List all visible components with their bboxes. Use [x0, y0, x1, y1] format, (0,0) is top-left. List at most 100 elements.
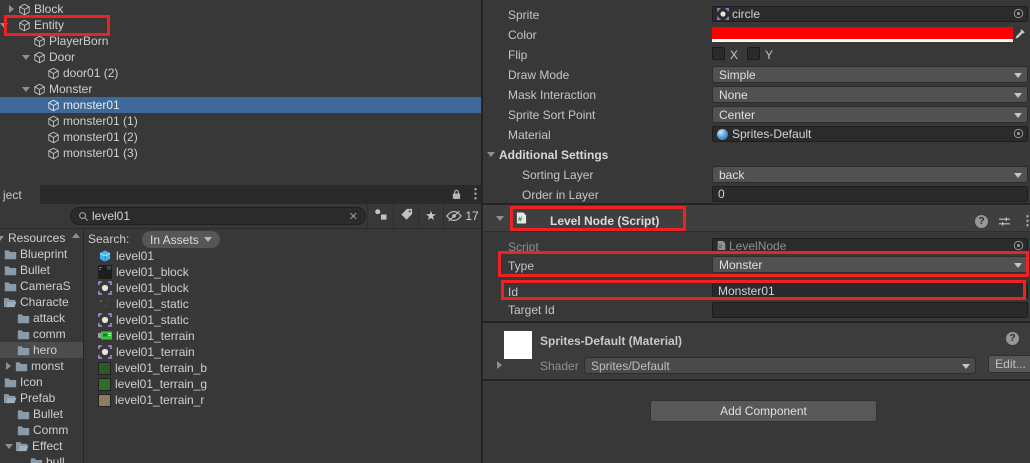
id-label: Id	[508, 285, 518, 299]
folder-icon	[17, 344, 30, 356]
foldout-collapsed-icon[interactable]	[4, 5, 18, 13]
hierarchy-item-label: monster01 (3)	[63, 146, 138, 160]
material-object-field[interactable]: Sprites-Default	[712, 126, 1028, 142]
color-swatch[interactable]	[712, 27, 1013, 42]
folder-item-comm[interactable]: comm	[0, 326, 83, 342]
presets-icon[interactable]	[998, 216, 1011, 230]
material-preview-thumbnail[interactable]	[504, 331, 532, 359]
foldout-collapsed-icon[interactable]	[2, 362, 15, 370]
foldout-expanded-icon[interactable]	[19, 55, 33, 60]
id-input[interactable]: Monster01	[712, 283, 1028, 299]
tree-list-splitter[interactable]	[83, 229, 84, 463]
folder-item-hero-selected[interactable]: hero	[0, 342, 83, 358]
hierarchy-item-playerborn[interactable]: PlayerBorn	[0, 33, 481, 49]
folder-item-prefab[interactable]: Prefab	[0, 390, 83, 406]
component-menu-icon[interactable]: ⋮	[1021, 214, 1030, 227]
filter-by-label-button[interactable]	[393, 204, 418, 228]
favorites-button[interactable]: ★	[418, 204, 443, 228]
folder-item-icon[interactable]: Icon	[0, 374, 83, 390]
scroll-up-arrow-icon[interactable]	[72, 233, 80, 238]
hidden-count-button[interactable]: 17	[443, 204, 481, 228]
edit-shader-button[interactable]: Edit...	[988, 355, 1030, 373]
hierarchy-item-label: Monster	[49, 82, 92, 96]
folder-icon	[17, 424, 30, 436]
search-scope-dropdown[interactable]: In Assets	[142, 231, 220, 248]
asset-item-level01-static-tex[interactable]: level01_static	[85, 296, 481, 312]
help-icon[interactable]: ?	[1006, 332, 1019, 345]
foldout-expanded-icon[interactable]	[487, 152, 495, 157]
folder-item-cameras[interactable]: CameraS	[0, 278, 83, 294]
draw-mode-dropdown[interactable]: Simple	[712, 66, 1028, 83]
sprite-object-field[interactable]: circle	[712, 6, 1028, 22]
filter-by-type-button[interactable]	[367, 204, 393, 228]
asset-item-level01-terrain-tilemap[interactable]: level01_terrain	[85, 328, 481, 344]
hierarchy-item-monster01-selected[interactable]: monster01	[0, 97, 481, 113]
flip-y-checkbox[interactable]	[747, 47, 760, 60]
clear-search-icon[interactable]: ✕	[349, 210, 358, 223]
folder-item-bullet2[interactable]: Bullet	[0, 406, 83, 422]
asset-item-level01-terrain-g[interactable]: level01_terrain_g	[85, 376, 481, 392]
asset-item-level01-terrain-r[interactable]: level01_terrain_r	[85, 392, 481, 408]
script-label: Script	[508, 240, 539, 254]
script-object-field[interactable]: # LevelNode	[712, 238, 1028, 253]
asset-item-level01[interactable]: level01	[85, 248, 481, 264]
foldout-collapsed-icon[interactable]	[497, 361, 502, 369]
mask-interaction-dropdown[interactable]: None	[712, 86, 1028, 103]
hierarchy-item-entity[interactable]: Entity	[0, 17, 481, 33]
hierarchy-item-monster01-1[interactable]: monster01 (1)	[0, 113, 481, 129]
shader-dropdown[interactable]: Sprites/Default	[584, 357, 976, 374]
foldout-expanded-icon[interactable]	[4, 23, 18, 28]
object-picker-icon[interactable]	[1013, 240, 1024, 254]
hierarchy-item-label: Block	[34, 2, 63, 16]
hierarchy-item-monster[interactable]: Monster	[0, 81, 481, 97]
target-id-input[interactable]	[712, 302, 1028, 318]
sorting-layer-dropdown[interactable]: back	[712, 166, 1028, 183]
target-id-label: Target Id	[508, 303, 555, 317]
asset-item-level01-static-sprite[interactable]: level01_static	[85, 312, 481, 328]
tilemap-icon	[98, 329, 112, 343]
foldout-expanded-icon[interactable]	[2, 444, 15, 449]
foldout-expanded-icon[interactable]	[19, 87, 33, 92]
help-icon[interactable]: ?	[975, 215, 988, 228]
hierarchy-item-door[interactable]: Door	[0, 49, 481, 65]
folder-item-comm2[interactable]: Comm	[0, 422, 83, 438]
asset-item-level01-terrain-b[interactable]: level01_terrain_b	[85, 360, 481, 376]
hierarchy-item-door01[interactable]: door01 (2)	[0, 65, 481, 81]
hierarchy-item-block[interactable]: Block	[0, 1, 481, 17]
tab-project[interactable]: ject	[0, 185, 40, 204]
folder-item-attack[interactable]: attack	[0, 310, 83, 326]
object-picker-icon[interactable]	[1013, 128, 1024, 142]
folder-item-bull[interactable]: bull	[0, 454, 83, 463]
hierarchy-item-monster01-3[interactable]: monster01 (3)	[0, 145, 481, 161]
chevron-down-icon	[1014, 263, 1022, 268]
type-dropdown[interactable]: Monster	[712, 256, 1028, 273]
object-picker-icon[interactable]	[1013, 8, 1024, 22]
folder-item-character[interactable]: Characte	[0, 294, 83, 310]
section-divider	[483, 379, 1030, 381]
csharp-script-icon: #	[516, 211, 527, 228]
level-node-header[interactable]: # Level Node (Script) ? ⋮	[483, 205, 1030, 232]
folder-item-bullet[interactable]: Bullet	[0, 262, 83, 278]
folder-icon	[4, 280, 17, 292]
alpha-bar	[712, 39, 1013, 42]
order-in-layer-input[interactable]: 0	[712, 186, 1028, 202]
foldout-expanded-icon[interactable]	[496, 216, 504, 221]
eyedropper-icon[interactable]	[1014, 28, 1026, 43]
sprite-sort-point-dropdown[interactable]: Center	[712, 106, 1028, 123]
hierarchy-item-monster01-2[interactable]: monster01 (2)	[0, 129, 481, 145]
asset-item-level01-terrain-sprite[interactable]: level01_terrain	[85, 344, 481, 360]
panel-menu-icon[interactable]: ⋮	[469, 187, 481, 200]
add-component-button[interactable]: Add Component	[650, 400, 877, 422]
folder-icon	[15, 360, 28, 372]
lock-icon[interactable]	[451, 188, 462, 203]
folder-item-monster[interactable]: monst	[0, 358, 83, 374]
folder-item-effect[interactable]: Effect	[0, 438, 83, 454]
folder-item-blueprint[interactable]: Blueprint	[0, 246, 83, 262]
asset-item-level01-block-tex[interactable]: level01_block	[85, 264, 481, 280]
hierarchy-item-label: door01 (2)	[63, 66, 118, 80]
folder-item-resources[interactable]: Resources	[0, 230, 83, 246]
asset-item-level01-block-sprite[interactable]: level01_block	[85, 280, 481, 296]
search-input[interactable]: level01 ✕	[70, 207, 366, 225]
flip-x-checkbox[interactable]	[712, 47, 725, 60]
material-menu-icon[interactable]: ⋮	[1025, 331, 1030, 344]
